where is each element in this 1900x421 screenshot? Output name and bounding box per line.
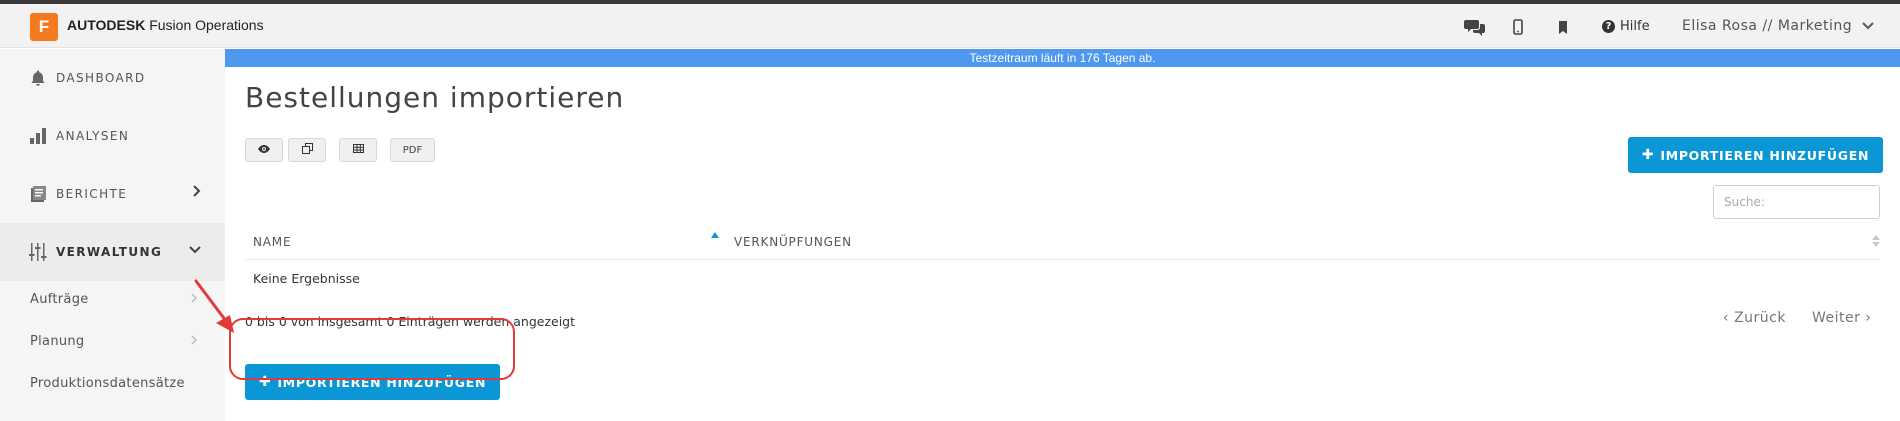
brand-name-rest: Fusion Operations [149, 17, 264, 33]
bar-chart-icon [28, 126, 48, 146]
sidebar-subitem-label: Planung [30, 333, 85, 349]
export-pdf-button[interactable]: PDF [390, 138, 435, 162]
help-label: Hilfe [1620, 19, 1650, 34]
top-bar: F AUTODESK Fusion Operations ? Hilfe Eli… [0, 4, 1900, 48]
sidebar-subitem-label: Aufträge [30, 291, 89, 307]
sidebar-item-label: ANALYSEN [56, 129, 130, 143]
add-import-button-top[interactable]: ✚ IMPORTIEREN HINZUFÜGEN [1628, 137, 1883, 173]
annotation-highlight-circle [229, 318, 515, 380]
add-import-label: IMPORTIEREN HINZUFÜGEN [1660, 147, 1870, 163]
column-header-verknuepfungen[interactable]: VERKNÜPFUNGEN [734, 235, 852, 249]
sort-unsorted-icon[interactable] [1872, 235, 1880, 249]
copy-icon [301, 143, 313, 157]
pager-next[interactable]: Weiter › [1812, 310, 1871, 326]
pager-next-label: Weiter [1812, 310, 1861, 326]
sidebar-item-analysen[interactable]: ANALYSEN [0, 107, 225, 165]
sidebar-subitem-label: Produktionsdatensätze [30, 375, 185, 391]
annotation-arrow-icon [194, 279, 234, 333]
table-header-divider [245, 259, 1880, 260]
fusion-logo[interactable]: F [30, 13, 58, 41]
sidebar-item-berichte[interactable]: BERICHTE [0, 165, 225, 223]
sliders-icon [28, 242, 48, 262]
bell-icon [28, 68, 48, 88]
chevron-right-icon [193, 185, 201, 200]
mobile-icon[interactable] [1509, 16, 1527, 38]
toggle-columns-button[interactable] [245, 138, 283, 162]
sidebar: DASHBOARD ANALYSEN BERICHTE VERWALTUNG A… [0, 49, 225, 421]
chevron-right-icon: › [1865, 310, 1872, 326]
chevron-left-icon: ‹ [1723, 310, 1730, 326]
eye-icon [257, 144, 271, 157]
sidebar-item-label: BERICHTE [56, 187, 128, 201]
table-icon [352, 144, 364, 156]
brand-title: AUTODESK Fusion Operations [67, 17, 264, 33]
sidebar-item-verwaltung[interactable]: VERWALTUNG [0, 223, 225, 281]
help-link[interactable]: ? Hilfe [1602, 19, 1650, 34]
bookmark-icon[interactable] [1554, 16, 1572, 38]
pager-previous-label: Zurück [1734, 310, 1786, 326]
user-label: Elisa Rosa // Marketing [1682, 18, 1853, 34]
export-table-button[interactable] [339, 138, 377, 162]
sidebar-subitem-produktionsdatensaetze[interactable]: Produktionsdatensätze [0, 363, 225, 403]
chevron-down-icon [189, 243, 201, 257]
trial-banner: Testzeitraum läuft in 176 Tagen ab. [225, 49, 1900, 67]
sidebar-item-label: DASHBOARD [56, 71, 146, 85]
brand-name-bold: AUTODESK [67, 17, 146, 33]
plus-icon: ✚ [1641, 147, 1655, 163]
page-title: Bestellungen importieren [245, 81, 625, 114]
report-icon [28, 184, 48, 204]
search-input[interactable] [1713, 185, 1880, 219]
column-header-name[interactable]: NAME [253, 235, 291, 249]
sidebar-item-label: VERWALTUNG [56, 245, 163, 259]
sort-ascending-icon[interactable] [711, 232, 719, 238]
chat-icon[interactable] [1463, 16, 1487, 38]
table-empty-row: Keine Ergebnisse [253, 271, 360, 286]
chevron-down-icon [1862, 18, 1874, 34]
pager-previous[interactable]: ‹ Zurück [1723, 310, 1786, 326]
sidebar-item-dashboard[interactable]: DASHBOARD [0, 49, 225, 107]
user-menu[interactable]: Elisa Rosa // Marketing [1682, 18, 1874, 34]
copy-button[interactable] [288, 138, 326, 162]
help-icon: ? [1602, 20, 1615, 33]
